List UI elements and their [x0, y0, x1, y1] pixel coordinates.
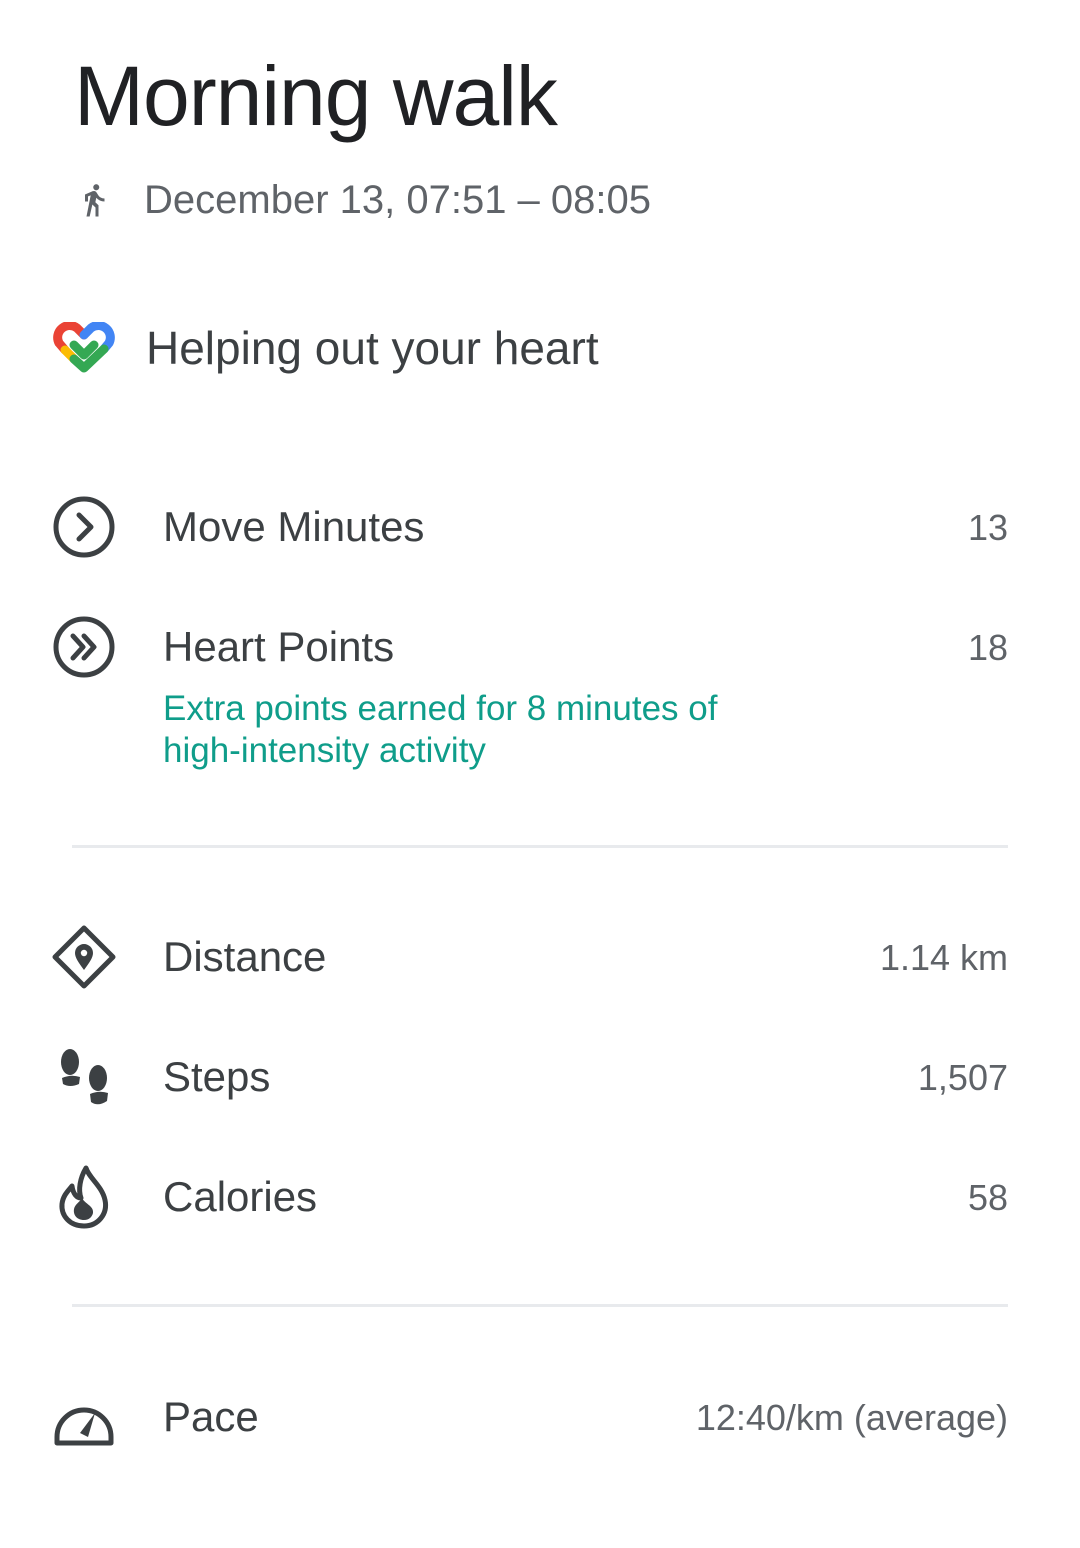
heart-section-heading: Helping out your heart — [52, 312, 599, 384]
google-fit-heart-logo-icon — [52, 316, 116, 380]
activity-time-row: December 13, 07:51 – 08:05 — [72, 170, 651, 230]
calories-row: Calories 58 — [50, 1162, 1008, 1232]
heart-points-label: Heart Points — [163, 623, 395, 670]
move-minutes-label: Move Minutes — [163, 503, 425, 550]
move-minutes-icon — [50, 492, 118, 562]
distance-row: Distance 1.14 km — [50, 922, 1008, 992]
activity-time-range: December 13, 07:51 – 08:05 — [144, 177, 652, 222]
pace-label: Pace — [163, 1393, 259, 1440]
heart-points-row: Heart Points 18 — [50, 612, 1008, 682]
distance-value: 1.14 km — [879, 937, 1008, 978]
move-minutes-row: Move Minutes 13 — [50, 492, 1008, 562]
location-diamond-icon — [50, 922, 118, 992]
heart-points-value: 18 — [967, 627, 1008, 668]
calories-value: 58 — [967, 1177, 1008, 1218]
speedometer-icon — [50, 1382, 118, 1452]
divider — [72, 1304, 1008, 1307]
distance-label: Distance — [163, 933, 327, 980]
footprints-icon — [50, 1042, 118, 1112]
steps-label: Steps — [163, 1053, 271, 1100]
steps-value: 1,507 — [917, 1057, 1008, 1098]
calories-label: Calories — [163, 1173, 318, 1220]
pace-value: 12:40/km (average) — [695, 1397, 1008, 1438]
walking-person-icon — [72, 174, 116, 226]
move-minutes-value: 13 — [967, 507, 1008, 548]
steps-row: Steps 1,507 — [50, 1042, 1008, 1112]
heart-points-note: Extra points earned for 8 minutes of hig… — [163, 689, 718, 770]
heart-points-icon — [50, 612, 118, 682]
pace-row: Pace 12:40/km (average) — [50, 1382, 1008, 1452]
heart-section-title: Helping out your heart — [146, 322, 599, 374]
activity-title: Morning walk — [74, 49, 558, 143]
flame-icon — [50, 1162, 118, 1232]
divider — [72, 845, 1008, 848]
